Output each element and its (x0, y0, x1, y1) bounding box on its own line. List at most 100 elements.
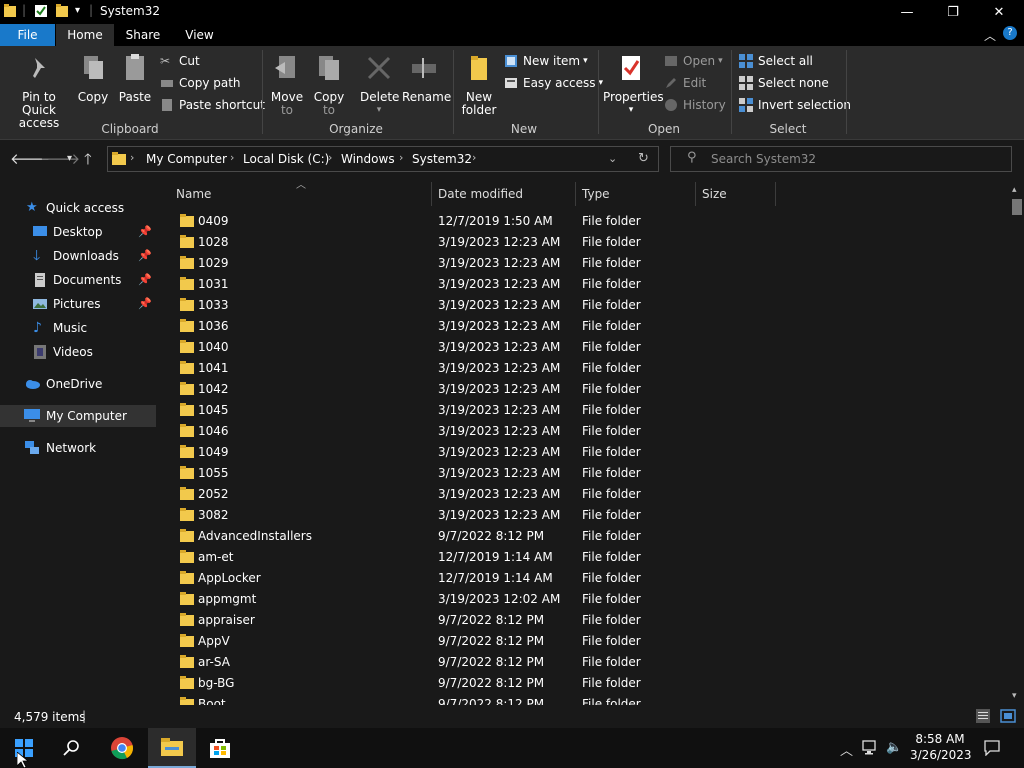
nav-item-documents[interactable]: Documents 📌 (0, 269, 156, 291)
scroll-down-icon[interactable]: ▾ (1012, 691, 1017, 701)
breadcrumb-chevron-icon[interactable]: › (399, 151, 403, 164)
paste-shortcut-button[interactable]: Paste shortcut (160, 96, 265, 114)
table-row[interactable]: 2052 3/19/2023 12:23 AM File folder (158, 484, 1008, 505)
column-header-name[interactable]: Name (170, 182, 432, 206)
table-row[interactable]: bg-BG 9/7/2022 8:12 PM File folder (158, 673, 1008, 694)
pin-icon[interactable]: 📌 (138, 249, 152, 262)
pin-icon[interactable]: 📌 (138, 297, 152, 310)
new-folder-button[interactable]: New folder (459, 52, 499, 117)
table-row[interactable]: 1042 3/19/2023 12:23 AM File folder (158, 379, 1008, 400)
rename-button[interactable]: Rename (402, 52, 451, 104)
chrome-taskbar-button[interactable] (98, 728, 146, 768)
table-row[interactable]: 1036 3/19/2023 12:23 AM File folder (158, 316, 1008, 337)
table-row[interactable]: AppLocker 12/7/2019 1:14 AM File folder (158, 568, 1008, 589)
breadcrumb-chevron-icon[interactable]: › (472, 151, 476, 164)
pin-icon[interactable]: 📌 (138, 273, 152, 286)
nav-item-quick-access[interactable]: ★ Quick access (0, 197, 156, 219)
tab-file[interactable]: File (0, 24, 55, 46)
move-to-button[interactable]: Move to (270, 52, 304, 117)
nav-item-my-computer[interactable]: My Computer (0, 405, 156, 427)
new-item-button[interactable]: New item ▾ (504, 52, 588, 70)
paste-button[interactable]: Paste (117, 52, 153, 104)
file-explorer-taskbar-button[interactable] (148, 728, 196, 768)
open-button[interactable]: Open ▾ (664, 52, 723, 70)
notifications-icon[interactable] (984, 740, 1000, 756)
select-none-button[interactable]: Select none (739, 74, 829, 92)
invert-selection-button[interactable]: Invert selection (739, 96, 851, 114)
nav-item-network[interactable]: Network (0, 437, 156, 459)
customize-qat-icon[interactable]: ▾ (75, 5, 80, 16)
volume-icon[interactable]: 🔈 (886, 740, 902, 755)
history-button[interactable]: History (664, 96, 726, 114)
properties-icon[interactable] (34, 4, 48, 18)
nav-item-onedrive[interactable]: OneDrive (0, 373, 156, 395)
table-row[interactable]: 1049 3/19/2023 12:23 AM File folder (158, 442, 1008, 463)
help-icon[interactable]: ? (1003, 26, 1017, 40)
scrollbar-thumb[interactable] (1012, 199, 1022, 215)
table-row[interactable]: Boot 9/7/2022 8:12 PM File folder (158, 694, 1008, 705)
tab-view[interactable]: View (172, 24, 227, 46)
address-dropdown-icon[interactable]: ⌄ (608, 152, 617, 165)
table-row[interactable]: AppV 9/7/2022 8:12 PM File folder (158, 631, 1008, 652)
tab-share[interactable]: Share (114, 24, 172, 46)
search-box[interactable]: ⚲ (670, 146, 1012, 172)
nav-item-pictures[interactable]: Pictures 📌 (0, 293, 156, 315)
table-row[interactable]: 3082 3/19/2023 12:23 AM File folder (158, 505, 1008, 526)
pin-icon[interactable]: 📌 (138, 225, 152, 238)
table-row[interactable]: 1029 3/19/2023 12:23 AM File folder (158, 253, 1008, 274)
select-all-button[interactable]: Select all (739, 52, 813, 70)
address-bar[interactable]: › My Computer › Local Disk (C:) › Window… (107, 146, 659, 172)
table-row[interactable]: 1040 3/19/2023 12:23 AM File folder (158, 337, 1008, 358)
forward-arrow-icon[interactable]: 🡒 (40, 149, 80, 168)
nav-item-music[interactable]: ♪ Music (0, 317, 156, 339)
new-folder-icon[interactable] (56, 4, 68, 18)
copy-button[interactable]: Copy (76, 52, 110, 104)
large-icons-view-icon[interactable] (1000, 709, 1016, 723)
properties-dropdown-icon[interactable]: ▾ (603, 104, 659, 117)
breadcrumb-local-disk[interactable]: Local Disk (C:) (243, 152, 329, 166)
breadcrumb-my-computer[interactable]: My Computer (146, 152, 227, 166)
clock-time[interactable]: 8:58 AM (914, 732, 966, 746)
edit-button[interactable]: Edit (664, 74, 706, 92)
table-row[interactable]: ar-SA 9/7/2022 8:12 PM File folder (158, 652, 1008, 673)
clock-date[interactable]: 3/26/2023 (910, 748, 972, 762)
scroll-up-icon[interactable]: ▴ (1012, 185, 1017, 195)
column-header-size[interactable]: Size (696, 182, 776, 206)
show-hidden-icons-chevron-icon[interactable]: ︿ (840, 740, 853, 759)
column-header-date-modified[interactable]: Date modified (432, 182, 576, 206)
nav-item-videos[interactable]: Videos (0, 341, 156, 363)
table-row[interactable]: 1028 3/19/2023 12:23 AM File folder (158, 232, 1008, 253)
cut-button[interactable]: ✂ Cut (160, 52, 200, 70)
delete-button[interactable]: Delete ▾ (360, 52, 399, 117)
table-row[interactable]: 1041 3/19/2023 12:23 AM File folder (158, 358, 1008, 379)
table-row[interactable]: am-et 12/7/2019 1:14 AM File folder (158, 547, 1008, 568)
network-tray-icon[interactable] (862, 740, 880, 756)
breadcrumb-chevron-icon[interactable]: › (328, 151, 332, 164)
breadcrumb-system32[interactable]: System32 (412, 152, 472, 166)
details-view-icon[interactable] (976, 709, 990, 723)
minimize-button[interactable]: — (884, 0, 930, 24)
breadcrumb-windows[interactable]: Windows (341, 152, 395, 166)
nav-item-downloads[interactable]: 🡓 Downloads 📌 (0, 245, 156, 267)
easy-access-button[interactable]: Easy access ▾ (504, 74, 603, 92)
table-row[interactable]: 0409 12/7/2019 1:50 AM File folder (158, 211, 1008, 232)
breadcrumb-chevron-icon[interactable]: › (130, 151, 134, 164)
delete-dropdown-icon[interactable]: ▾ (360, 104, 398, 117)
table-row[interactable]: appraiser 9/7/2022 8:12 PM File folder (158, 610, 1008, 631)
search-input[interactable] (711, 151, 1001, 167)
pin-to-quick-access-button[interactable]: Pin to Quick access (4, 52, 74, 130)
copy-path-button[interactable]: Copy path (160, 74, 241, 92)
breadcrumb-chevron-icon[interactable]: › (230, 151, 234, 164)
up-arrow-icon[interactable]: 🡑 (84, 149, 92, 174)
table-row[interactable]: 1046 3/19/2023 12:23 AM File folder (158, 421, 1008, 442)
search-taskbar-button[interactable] (48, 728, 96, 768)
properties-button[interactable]: Properties ▾ (603, 52, 664, 117)
vertical-scrollbar[interactable]: ▴ ▾ (1008, 185, 1024, 705)
refresh-icon[interactable]: ↻ (638, 151, 649, 166)
table-row[interactable]: 1031 3/19/2023 12:23 AM File folder (158, 274, 1008, 295)
table-row[interactable]: 1045 3/19/2023 12:23 AM File folder (158, 400, 1008, 421)
close-button[interactable]: ✕ (976, 0, 1022, 24)
collapse-ribbon-icon[interactable]: ︿ (984, 27, 996, 44)
tab-home[interactable]: Home (56, 24, 114, 46)
table-row[interactable]: AdvancedInstallers 9/7/2022 8:12 PM File f… (158, 526, 1008, 547)
